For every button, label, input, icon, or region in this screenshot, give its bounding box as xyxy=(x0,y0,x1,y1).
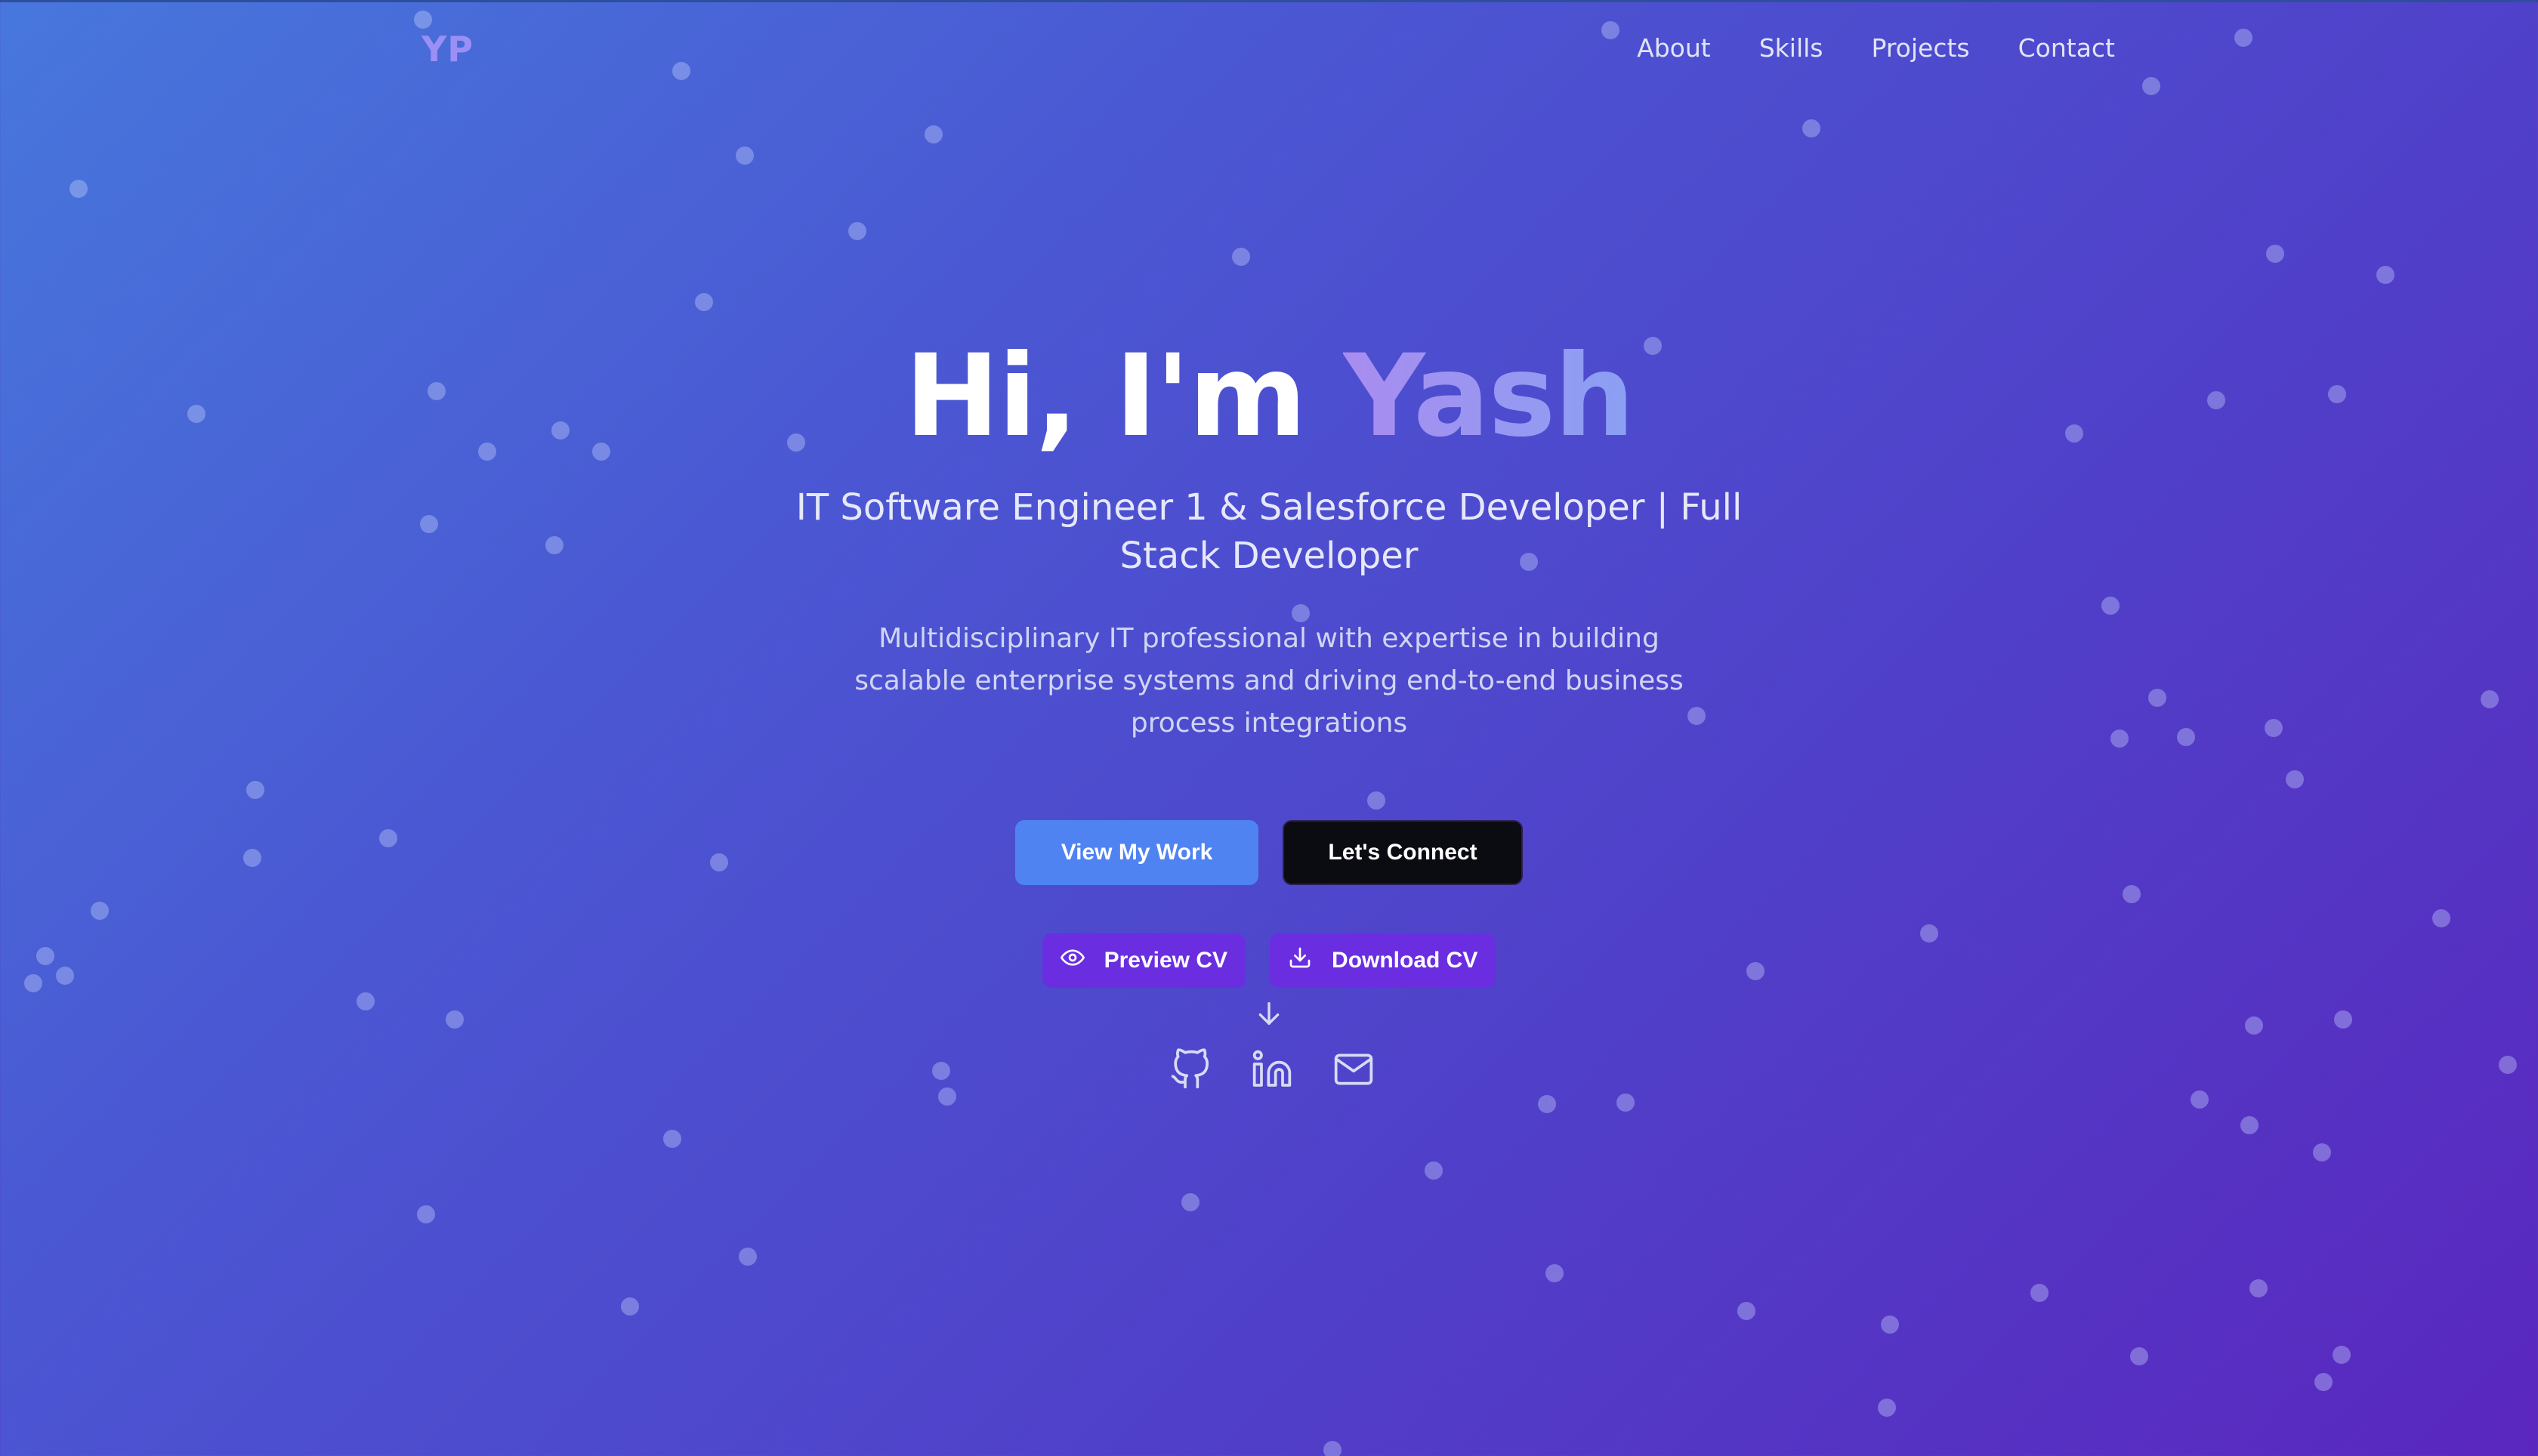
eye-icon xyxy=(1060,945,1085,976)
cta-group: View My Work Let's Connect xyxy=(0,820,2538,885)
particle-dot xyxy=(1802,119,1820,137)
particle-dot xyxy=(2376,266,2394,284)
linkedin-icon[interactable] xyxy=(1251,1048,1293,1090)
particle-dot xyxy=(1538,1095,1556,1113)
preview-cv-label: Preview CV xyxy=(1104,948,1228,973)
view-work-button[interactable]: View My Work xyxy=(1015,820,1258,885)
hero-headline: Hi, I'm Yash xyxy=(0,332,2538,461)
download-cv-button[interactable]: Download CV xyxy=(1270,933,1496,988)
particle-dot xyxy=(1545,1264,1564,1282)
particle-dot xyxy=(739,1248,757,1266)
particle-dot xyxy=(2130,1347,2148,1365)
particle-dot xyxy=(672,62,690,80)
particle-dot xyxy=(2333,1346,2351,1364)
particle-dot xyxy=(1881,1316,1899,1334)
particle-dot xyxy=(2313,1143,2331,1161)
nav-skills[interactable]: Skills xyxy=(1759,33,1823,63)
greeting-text: Hi, I'm xyxy=(904,331,1307,462)
particle-dot xyxy=(1232,248,1250,266)
nav-about[interactable]: About xyxy=(1637,33,1711,63)
particle-dot xyxy=(736,147,754,165)
particle-dot xyxy=(1878,1399,1896,1417)
particle-dot xyxy=(1616,1094,1635,1112)
particle-dot xyxy=(695,293,713,311)
download-cv-label: Download CV xyxy=(1332,948,1478,973)
particle-dot xyxy=(925,125,943,143)
particle-dot xyxy=(1181,1193,1200,1211)
particle-dot xyxy=(2030,1284,2049,1302)
particle-dot xyxy=(69,180,88,198)
particle-dot xyxy=(2266,245,2284,263)
hero-subtitle: IT Software Engineer 1 & Salesforce Deve… xyxy=(795,486,1743,577)
connect-button[interactable]: Let's Connect xyxy=(1283,820,1523,885)
cv-group: Preview CV Download CV xyxy=(0,933,2538,988)
nav-projects[interactable]: Projects xyxy=(1872,33,1970,63)
particle-dot xyxy=(2191,1090,2209,1109)
mail-icon[interactable] xyxy=(1332,1048,1375,1090)
download-icon xyxy=(1288,945,1312,976)
github-icon[interactable] xyxy=(1169,1048,1212,1090)
particle-dot xyxy=(663,1130,681,1148)
hero-name: Yash xyxy=(1343,331,1635,462)
hero-section: Hi, I'm Yash IT Software Engineer 1 & Sa… xyxy=(0,332,2538,1090)
particle-dot xyxy=(2240,1116,2259,1134)
arrow-down-icon[interactable] xyxy=(1254,998,1284,1029)
particle-dot xyxy=(848,222,866,240)
preview-cv-button[interactable]: Preview CV xyxy=(1042,933,1246,988)
particle-dot xyxy=(1425,1161,1443,1180)
particle-dot xyxy=(2314,1373,2333,1391)
particle-dot xyxy=(2234,29,2252,47)
social-links xyxy=(3,1048,2538,1090)
particle-dot xyxy=(1601,21,1619,39)
particle-dot xyxy=(2142,77,2160,95)
main-nav: About Skills Projects Contact xyxy=(1637,33,2115,63)
particle-dot xyxy=(621,1297,639,1316)
particle-dot xyxy=(414,11,432,29)
logo[interactable]: YP xyxy=(421,29,474,69)
particle-dot xyxy=(1737,1302,1755,1320)
nav-contact[interactable]: Contact xyxy=(2018,33,2115,63)
particle-dot xyxy=(1323,1441,1342,1456)
particle-dot xyxy=(417,1205,435,1223)
particle-dot xyxy=(2249,1279,2268,1297)
hero-description: Multidisciplinary IT professional with e… xyxy=(854,623,1684,739)
